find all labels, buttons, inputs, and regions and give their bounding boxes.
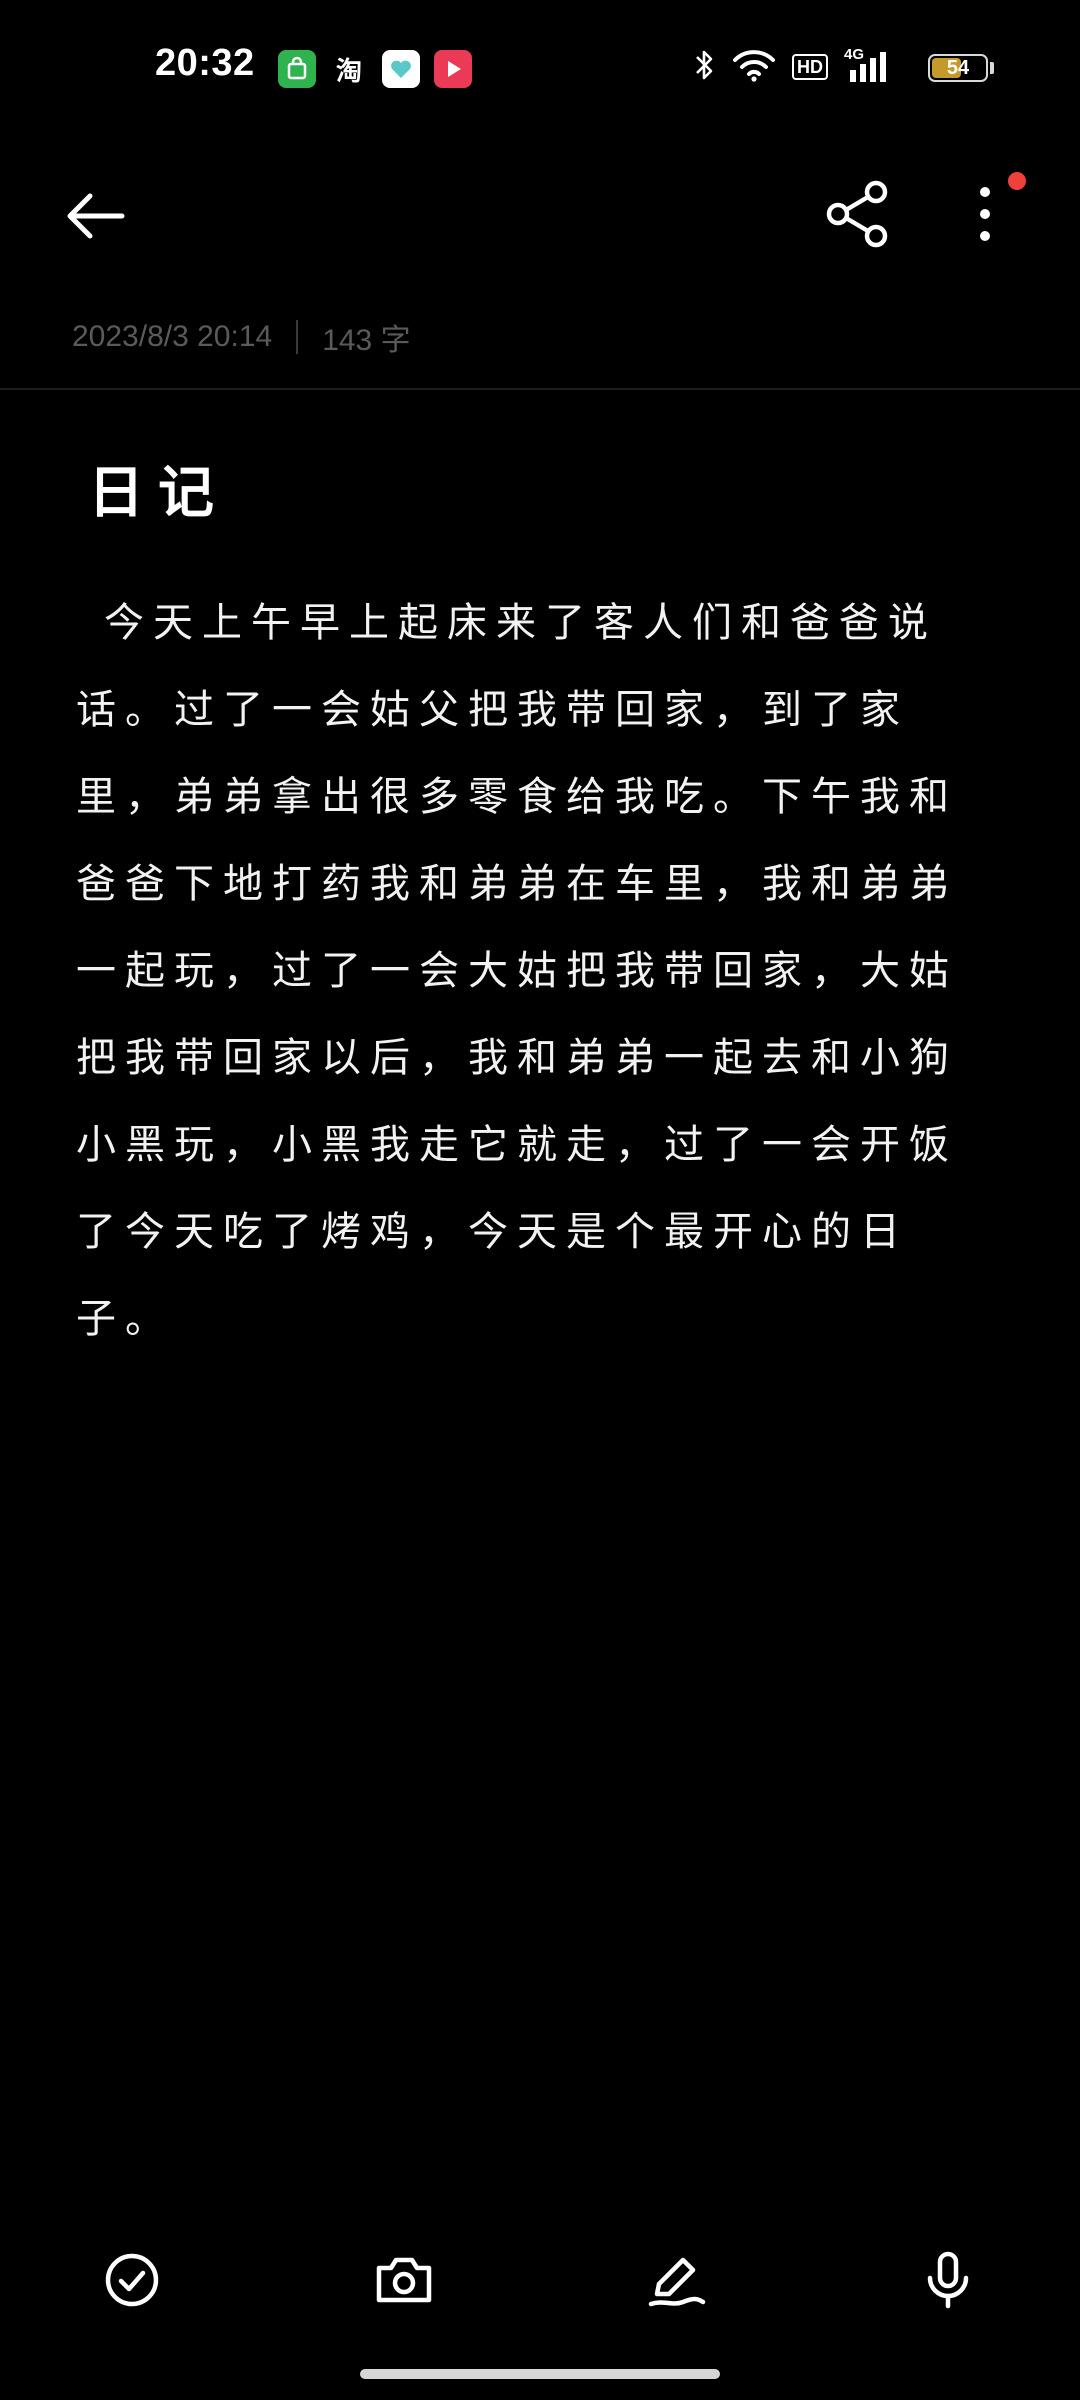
video-icon bbox=[434, 50, 472, 88]
home-indicator[interactable] bbox=[360, 2369, 720, 2379]
system-icons: HD 4G bbox=[694, 46, 890, 86]
more-vertical-icon bbox=[980, 187, 990, 241]
shop-icon bbox=[278, 50, 316, 88]
handwriting-button[interactable] bbox=[636, 2240, 716, 2320]
camera-button[interactable] bbox=[364, 2240, 444, 2320]
meta-separator bbox=[296, 320, 299, 354]
note-date: 2023/8/3 20:14 bbox=[72, 320, 273, 353]
taobao-icon: 淘 bbox=[335, 56, 362, 87]
battery-cap bbox=[990, 62, 994, 74]
notification-dot bbox=[1008, 172, 1026, 190]
back-button[interactable] bbox=[60, 180, 132, 252]
more-options-button[interactable] bbox=[955, 176, 1015, 252]
share-button[interactable] bbox=[820, 176, 896, 252]
note-body[interactable]: 今天上午早上起床来了客人们和爸爸说话。过了一会姑父把我带回家，到了家里，弟弟拿出… bbox=[76, 580, 996, 1363]
header-divider bbox=[0, 388, 1080, 390]
status-time: 20:32 bbox=[155, 42, 255, 84]
voice-button[interactable] bbox=[908, 2240, 988, 2320]
cell-signal-icon: 4G bbox=[844, 46, 890, 84]
checklist-icon bbox=[105, 2253, 159, 2307]
heart-app-icon bbox=[382, 50, 420, 88]
share-icon bbox=[826, 180, 888, 248]
hd-badge: HD bbox=[792, 54, 828, 80]
checklist-button[interactable] bbox=[92, 2240, 172, 2320]
pen-icon bbox=[648, 2257, 706, 2307]
notes-screen: 20:32 淘 HD 4G 54 2023/8/3 20:14 143 字 日记… bbox=[0, 0, 1080, 2400]
microphone-icon bbox=[927, 2251, 969, 2309]
word-count: 143 字 bbox=[322, 324, 411, 357]
camera-icon bbox=[376, 2257, 432, 2303]
note-meta: 2023/8/3 20:14 143 字 bbox=[72, 315, 411, 359]
battery-level: 54 bbox=[946, 56, 970, 79]
battery-icon: 54 bbox=[928, 54, 988, 82]
status-bar: 20:32 淘 HD 4G 54 bbox=[0, 0, 1080, 140]
bluetooth-icon bbox=[694, 48, 716, 86]
wifi-icon bbox=[732, 48, 776, 86]
arrow-left-icon bbox=[67, 193, 125, 239]
note-title[interactable]: 日记 bbox=[88, 448, 228, 529]
